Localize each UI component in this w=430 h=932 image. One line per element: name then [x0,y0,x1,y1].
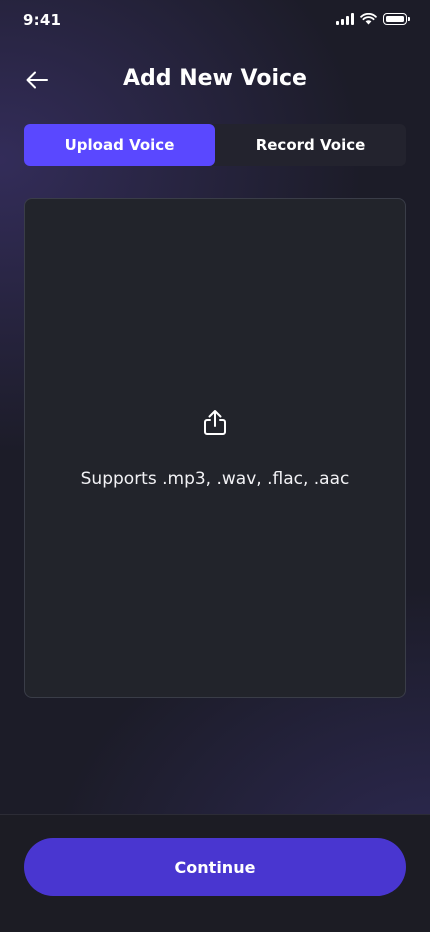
continue-button[interactable]: Continue [24,838,406,896]
header: Add New Voice [0,56,430,104]
page-title: Add New Voice [123,66,307,91]
tab-upload-voice[interactable]: Upload Voice [24,124,215,166]
battery-icon [383,13,410,25]
share-upload-icon [204,410,226,435]
status-bar: 9:41 [0,0,430,44]
status-time: 9:41 [23,11,62,29]
supported-formats-text: Supports .mp3, .wav, .flac, .aac [80,469,350,489]
status-icons [336,13,410,25]
footer: Continue [0,814,430,932]
wifi-icon [360,13,377,25]
tab-record-voice[interactable]: Record Voice [215,124,406,166]
upload-dropzone[interactable]: Supports .mp3, .wav, .flac, .aac [24,198,406,698]
tab-bar: Upload Voice Record Voice [24,124,406,166]
signal-icon [336,13,354,25]
